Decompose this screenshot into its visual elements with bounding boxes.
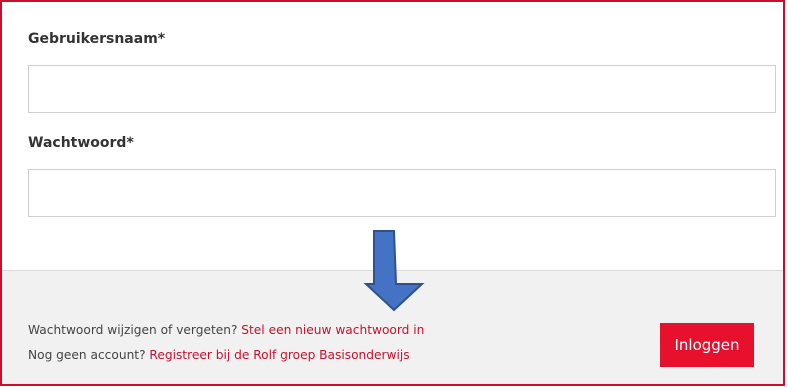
down-arrow-icon: [363, 230, 425, 312]
username-input[interactable]: [28, 65, 776, 113]
password-input[interactable]: [28, 169, 776, 217]
login-button[interactable]: Inloggen: [660, 323, 754, 367]
login-card: Gebruikersnaam* Wachtwoord* Wachtwoord w…: [0, 0, 785, 386]
forgot-password-text: Wachtwoord wijzigen of vergeten?: [28, 323, 238, 337]
username-label: Gebruikersnaam*: [28, 31, 166, 47]
register-line: Nog geen account? Registreer bij de Rolf…: [28, 348, 410, 362]
reset-password-link[interactable]: Stel een nieuw wachtwoord in: [241, 323, 424, 337]
password-label: Wachtwoord*: [28, 135, 134, 151]
register-link[interactable]: Registreer bij de Rolf groep Basisonderw…: [149, 348, 409, 362]
forgot-password-line: Wachtwoord wijzigen of vergeten? Stel ee…: [28, 323, 424, 337]
no-account-text: Nog geen account?: [28, 348, 146, 362]
